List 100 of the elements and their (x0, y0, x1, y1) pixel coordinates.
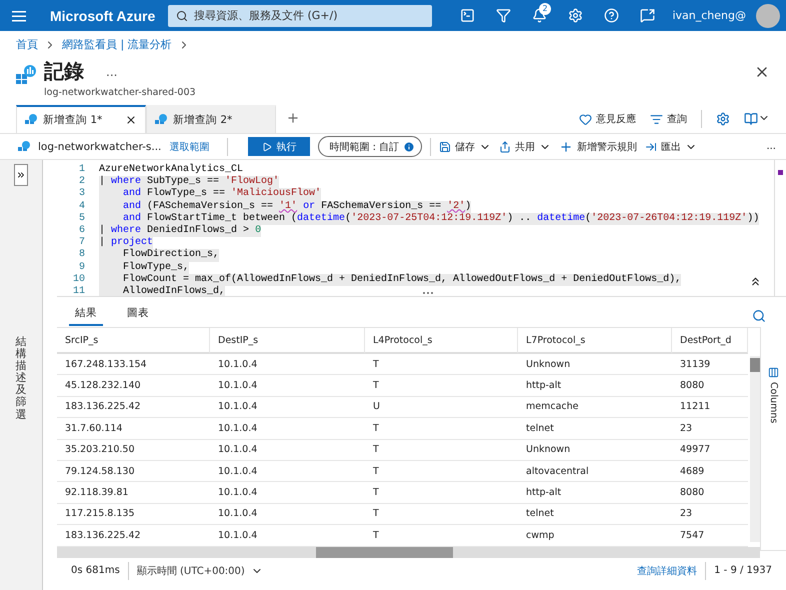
table-cell: T (365, 354, 518, 376)
line-number: 8 (78, 249, 85, 262)
expand-icon[interactable] (14, 164, 28, 186)
table-cell: memcache (518, 396, 672, 418)
table-cell: 10.1.0.4 (210, 504, 365, 526)
table-cell: 79.124.58.130 (57, 460, 210, 482)
table-cell: T (365, 460, 518, 482)
table-cell: 23 (672, 504, 748, 526)
export-button[interactable]: 匯出 (645, 140, 698, 154)
search-icon[interactable] (752, 309, 766, 323)
queries-button[interactable]: 查詢 (650, 112, 687, 126)
notification-button[interactable]: 2 (526, 4, 552, 28)
table-cell: 10.1.0.4 (210, 440, 365, 461)
table-cell: 117.215.8.135 (57, 504, 210, 526)
collapse-icon[interactable] (749, 275, 762, 288)
more-button[interactable]: ... (106, 64, 118, 78)
resize-handle[interactable] (422, 290, 434, 296)
table-cell: T (365, 440, 518, 461)
time-range-button[interactable]: 時間範圍 : 自訂 (318, 136, 422, 157)
menu-icon[interactable] (12, 10, 26, 22)
feedback-button[interactable]: 意見反應 (579, 112, 636, 126)
logs-icon (16, 64, 36, 84)
query-tab[interactable]: 新增查詢 1* (16, 105, 146, 133)
line-number: 1 (78, 164, 85, 176)
line-number: 9 (78, 262, 85, 274)
table-cell: 183.136.225.42 (57, 396, 210, 418)
table-cell: http-alt (518, 482, 672, 504)
table-cell: 4689 (672, 460, 748, 482)
table-cell: 8080 (672, 482, 748, 504)
table-cell: altovacentral (518, 460, 672, 482)
share-button[interactable]: 共用 (499, 140, 552, 154)
line-number: 3 (78, 188, 85, 201)
result-tab[interactable]: 結果 (69, 306, 103, 326)
table-cell: 92.118.39.81 (57, 482, 210, 504)
column-header[interactable]: SrcIP_s (57, 328, 210, 354)
save-icon (439, 140, 452, 152)
share-icon (499, 140, 512, 152)
play-icon (262, 142, 272, 152)
table-cell: http-alt (518, 375, 672, 397)
run-button[interactable]: 執行 (248, 137, 310, 156)
settings-icon[interactable] (716, 112, 730, 126)
table-cell: 10.1.0.4 (210, 418, 365, 440)
table-cell: T (365, 504, 518, 526)
scroll-marker (778, 170, 783, 175)
column-header[interactable]: L7Protocol_s (518, 328, 672, 354)
query-duration: 0s 681ms (71, 565, 120, 576)
table-cell: T (365, 418, 518, 440)
close-icon[interactable] (125, 114, 137, 126)
plus-icon (559, 140, 574, 154)
breadcrumb-link[interactable]: 網路監看員 | 流量分析 (62, 37, 172, 52)
brand-name[interactable]: Microsoft Azure (50, 8, 158, 24)
line-number: 2 (78, 176, 85, 188)
table-cell: Unknown (518, 440, 672, 461)
table-cell: 167.248.133.154 (57, 354, 210, 376)
save-button[interactable]: 儲存 (439, 140, 492, 154)
query-details-link[interactable]: 查詢詳細資料 (637, 564, 698, 578)
scrollbar[interactable] (750, 356, 760, 542)
table-cell: 10.1.0.4 (210, 460, 365, 482)
query-tab[interactable]: 新增查詢 2* (146, 105, 276, 133)
select-scope-link[interactable]: 選取範圍 (169, 140, 210, 154)
table-cell: telnet (518, 418, 672, 440)
column-header[interactable]: DestIP_s (210, 328, 365, 354)
table-cell: 45.128.232.140 (57, 375, 210, 397)
heart-icon (579, 112, 592, 126)
side-panel-label[interactable]: 結構描述及篩選 (16, 336, 26, 421)
info-icon (403, 140, 416, 152)
table-cell: 31.7.60.114 (57, 418, 210, 440)
table-cell: 10.1.0.4 (210, 354, 365, 376)
add-tab-icon[interactable] (286, 111, 300, 125)
export-icon (645, 140, 658, 152)
timezone-dropdown[interactable]: 顯示時間 (UTC+00:00) (136, 564, 263, 578)
breadcrumb-link[interactable]: 首頁 (16, 37, 38, 52)
user-name[interactable]: ivan_cheng@ (672, 9, 746, 22)
code-editor[interactable]: AzureNetworkAnalytics_CL | where SubType_s == 'FlowLog' and FlowType_s == 'MaliciousFlow' and (FASchemaVersion_s == '1' or FASchemaVersion_s == '2') and FlowStartTime_t between (datetime('2023-07-25T04:12:19.119Z') .. datetime('2023-07-26T04:12:19.119Z')) | where DeniedInFlows_d > 0 | project FlowDirection_s, FlowType_s, FlowCount = max_of(AllowedInFlows_d + DeniedInFlows_d, AllowedOutFlows_d + DeniedOutFlows_d), AllowedInFlows_d, (85, 160, 774, 296)
more-button[interactable]: ... (766, 141, 776, 152)
table-cell: 31139 (672, 354, 748, 376)
table-cell: 23 (672, 418, 748, 440)
page-subtitle: log-networkwatcher-shared-003 (44, 87, 196, 98)
column-header[interactable]: L4Protocol_s (365, 328, 518, 354)
new-alert-button[interactable]: 新增警示規則 (559, 140, 638, 154)
logs-icon (155, 114, 167, 126)
page-title: 記錄 (44, 58, 84, 85)
search-icon (176, 10, 188, 22)
notification-badge: 2 (539, 2, 551, 14)
table-cell: Unknown (518, 354, 672, 376)
table-cell: U (365, 396, 518, 418)
line-number: 5 (78, 212, 85, 225)
result-tab[interactable]: 圖表 (121, 306, 155, 326)
logs-icon (18, 140, 30, 152)
scrollbar[interactable] (57, 546, 760, 558)
columns-icon[interactable] (768, 367, 779, 378)
avatar[interactable] (756, 4, 780, 28)
columns-toggle[interactable]: Columns (768, 382, 779, 424)
table-cell: T (365, 482, 518, 504)
book-icon[interactable] (744, 112, 770, 126)
table-cell: 10.1.0.4 (210, 482, 365, 504)
column-header[interactable]: DestPort_d (672, 328, 748, 354)
table-cell: 49977 (672, 440, 748, 461)
table-cell: 10.1.0.4 (210, 396, 365, 418)
search-field[interactable]: 搜尋資源、服務及文件 (G+/) (168, 4, 432, 26)
